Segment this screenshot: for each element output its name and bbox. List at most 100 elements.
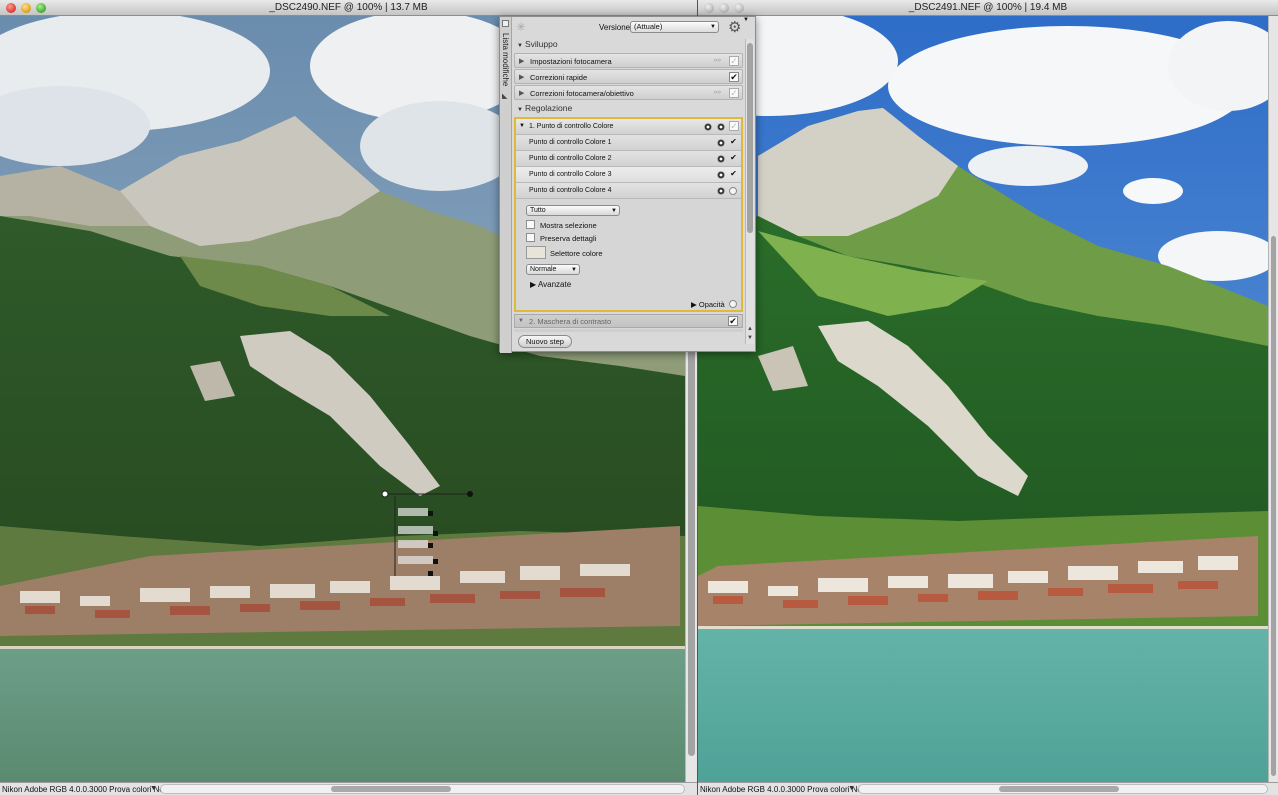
- left-horizontal-scroll-thumb[interactable]: [331, 786, 451, 792]
- section-header-regolazione[interactable]: ▼ Regolazione: [517, 103, 572, 114]
- advanced-toggle[interactable]: ▶ Avanzate: [530, 280, 571, 289]
- panel-toolbar: ✳ Versione (Attuale) ▼ ⚙ ▼: [512, 17, 755, 38]
- panel-vertical-scrollbar[interactable]: ▲ ▼: [745, 39, 754, 344]
- preserve-details-label: Preserva dettagli: [540, 234, 597, 243]
- opacity-toggle[interactable]: ▶ Opacità: [691, 300, 725, 309]
- eye-icon[interactable]: [717, 171, 725, 179]
- left-window-title: _DSC2490.NEF @ 100% | 13.7 MB: [269, 2, 428, 13]
- panel-collapse-icon[interactable]: [502, 20, 509, 27]
- right-statusbar: Nikon Adobe RGB 4.0.0.3000 Prova colori …: [698, 782, 1278, 795]
- version-select-value: (Attuale): [634, 22, 663, 31]
- new-step-button[interactable]: Nuovo step: [518, 335, 572, 348]
- disclosure-triangle-icon: ▶: [530, 280, 538, 289]
- right-status-text: Nikon Adobe RGB 4.0.0.3000 Prova colori …: [700, 785, 862, 794]
- left-titlebar[interactable]: _DSC2490.NEF @ 100% | 13.7 MB: [0, 0, 697, 16]
- gear-menu-arrow-icon[interactable]: ▼: [743, 17, 749, 23]
- control-point-row[interactable]: Punto di controllo Colore 1 ✔: [516, 135, 741, 151]
- step-camera-settings[interactable]: ▶ Impostazioni fotocamera ⚯ ✓: [514, 53, 743, 68]
- right-horizontal-scrollbar[interactable]: [858, 784, 1268, 794]
- step-enable-checkbox[interactable]: ✔: [729, 72, 739, 82]
- link-icon: ⚯: [714, 56, 721, 65]
- control-point-label: Punto di controllo Colore 3: [529, 171, 612, 178]
- control-point-row[interactable]: Punto di controllo Colore 4: [516, 183, 741, 199]
- control-point-checkbox[interactable]: ✔: [729, 138, 738, 147]
- step-label: Impostazioni fotocamera: [530, 57, 612, 66]
- eye-icon[interactable]: [717, 187, 725, 195]
- left-status-text: Nikon Adobe RGB 4.0.0.3000 Prova colori …: [2, 785, 164, 794]
- status-menu-arrow-icon[interactable]: ▼: [150, 785, 157, 792]
- disclosure-triangle-icon[interactable]: ▶: [519, 89, 524, 97]
- status-menu-arrow-icon[interactable]: ▼: [848, 785, 855, 792]
- eye-icon[interactable]: [717, 123, 725, 131]
- scroll-up-arrow-icon[interactable]: ▲: [747, 326, 753, 332]
- right-landscape-photo: [698, 16, 1268, 782]
- right-vertical-scrollbar[interactable]: [1268, 16, 1278, 782]
- step-label: Correzioni fotocamera/obiettivo: [530, 89, 634, 98]
- eye-icon[interactable]: [717, 155, 725, 163]
- scroll-down-arrow-icon[interactable]: ▼: [747, 335, 753, 341]
- opacity-label: Opacità: [698, 300, 725, 309]
- preserve-details-checkbox[interactable]: [526, 233, 535, 242]
- step-enable-checkbox[interactable]: ✓: [729, 121, 739, 131]
- color-picker-swatch[interactable]: [526, 246, 546, 259]
- right-image-window: _DSC2491.NEF @ 100% | 19.4 MB Nikon Adob…: [697, 0, 1278, 795]
- control-point-label: Punto di controllo Colore 4: [529, 187, 612, 194]
- control-point-checkbox[interactable]: [729, 187, 737, 195]
- panel-side-tab[interactable]: Lista modifiche ◣: [500, 17, 512, 353]
- control-point-checkbox[interactable]: ✔: [729, 170, 738, 179]
- right-horizontal-scroll-thumb[interactable]: [999, 786, 1119, 792]
- color-picker-label: Selettore colore: [550, 249, 603, 258]
- opacity-radio[interactable]: [729, 300, 737, 308]
- step-unsharp-mask[interactable]: ▼ 2. Maschera di contrasto ✔: [514, 314, 743, 328]
- spark-icon: ✳: [516, 20, 527, 34]
- step-enable-checkbox[interactable]: ✔: [728, 316, 738, 326]
- step-label: 2. Maschera di contrasto: [529, 317, 612, 326]
- edit-list-panel: Lista modifiche ◣ ✳ Versione (Attuale) ▼…: [499, 16, 756, 353]
- link-icon: ⚯: [714, 88, 721, 97]
- panel-horizontal-scrollbar[interactable]: [514, 329, 743, 332]
- disclosure-triangle-icon[interactable]: ▼: [518, 318, 524, 324]
- right-titlebar[interactable]: _DSC2491.NEF @ 100% | 19.4 MB: [698, 0, 1278, 16]
- blend-mode-select[interactable]: Normale ▼: [526, 264, 580, 275]
- right-vertical-scroll-thumb[interactable]: [1271, 236, 1276, 776]
- control-point-checkbox[interactable]: ✔: [729, 154, 738, 163]
- chevron-down-icon: ▼: [611, 208, 617, 214]
- control-point-label: Punto di controllo Colore 2: [529, 155, 612, 162]
- disclosure-triangle-icon: ▼: [517, 43, 523, 49]
- channel-select[interactable]: Tutto ▼: [526, 205, 620, 216]
- gear-icon[interactable]: ⚙: [728, 18, 741, 36]
- show-selection-label: Mostra selezione: [540, 221, 597, 230]
- step-camera-lens-corrections[interactable]: ▶ Correzioni fotocamera/obiettivo ⚯ ✓: [514, 85, 743, 100]
- disclosure-triangle-icon[interactable]: ▶: [519, 73, 524, 81]
- blend-mode-value: Normale: [530, 266, 557, 273]
- disclosure-triangle-icon[interactable]: ▼: [519, 123, 525, 129]
- right-image-canvas[interactable]: [698, 16, 1268, 782]
- version-label: Versione: [599, 23, 631, 32]
- panel-vertical-scroll-thumb[interactable]: [747, 43, 753, 233]
- section-header-sviluppo[interactable]: ▼ Sviluppo: [517, 39, 558, 50]
- color-control-point-step: ▼ 1. Punto di controllo Colore ✓ Punto d…: [514, 117, 743, 312]
- disclosure-triangle-icon[interactable]: ▶: [519, 57, 524, 65]
- right-window-title: _DSC2491.NEF @ 100% | 19.4 MB: [908, 2, 1068, 13]
- step-enable-checkbox[interactable]: ✓: [729, 88, 739, 98]
- eye-icon[interactable]: [704, 123, 712, 131]
- advanced-label: Avanzate: [537, 280, 572, 289]
- disclosure-triangle-icon: ▶: [691, 300, 699, 309]
- chevron-down-icon: ▼: [710, 24, 716, 30]
- side-tab-label: Lista modifiche: [501, 33, 510, 87]
- left-statusbar: Nikon Adobe RGB 4.0.0.3000 Prova colori …: [0, 782, 697, 795]
- step-enable-checkbox[interactable]: ✓: [729, 56, 739, 66]
- disclosure-triangle-icon: ▼: [517, 107, 523, 113]
- step-quick-fix[interactable]: ▶ Correzioni rapide ✔: [514, 69, 743, 84]
- control-point-row[interactable]: Punto di controllo Colore 3 ✔: [516, 167, 741, 183]
- step-label: Correzioni rapide: [530, 73, 588, 82]
- step-label: 1. Punto di controllo Colore: [529, 123, 614, 130]
- show-selection-checkbox[interactable]: [526, 220, 535, 229]
- side-tab-arrow-icon[interactable]: ◣: [502, 92, 507, 100]
- eye-icon[interactable]: [717, 139, 725, 147]
- channel-select-value: Tutto: [530, 207, 546, 214]
- control-point-row[interactable]: Punto di controllo Colore 2 ✔: [516, 151, 741, 167]
- step-color-control-point-header[interactable]: ▼ 1. Punto di controllo Colore ✓: [516, 119, 741, 135]
- version-select[interactable]: (Attuale) ▼: [630, 21, 719, 33]
- left-horizontal-scrollbar[interactable]: [160, 784, 685, 794]
